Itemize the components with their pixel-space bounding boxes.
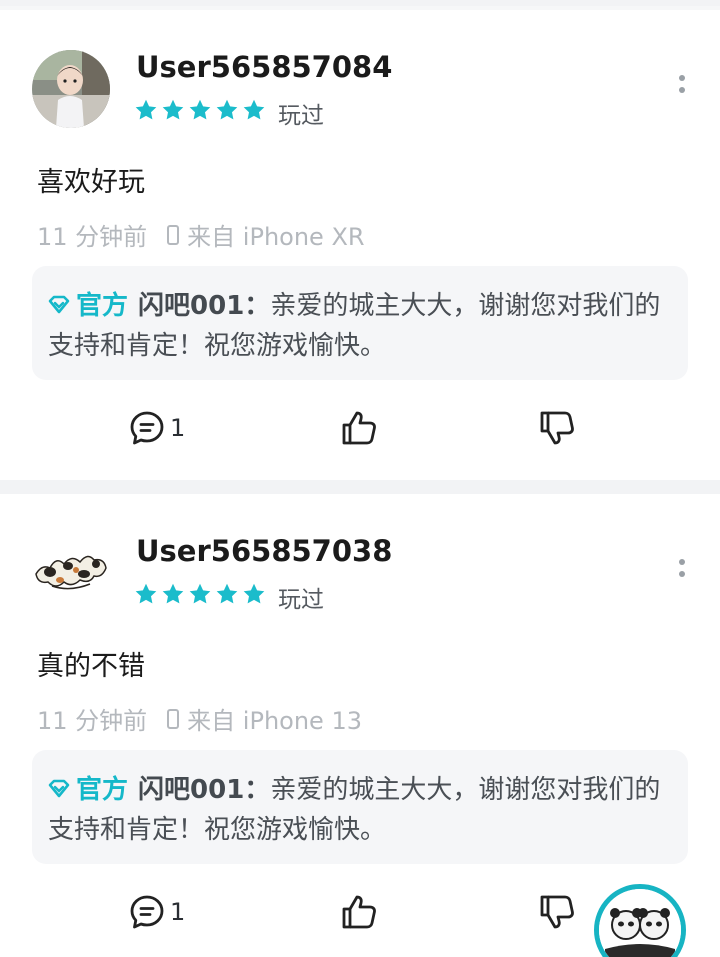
star-rating (134, 98, 269, 122)
played-status: 玩过 (278, 103, 324, 129)
thumbs-down-icon (540, 411, 574, 445)
review-meta: 11 分钟前 来自 iPhone 13 (37, 701, 362, 736)
top-divider (0, 0, 720, 10)
thumbs-up-icon (342, 895, 376, 929)
official-badge: 官方 (76, 775, 129, 805)
star-icon (216, 99, 238, 120)
phone-icon (167, 708, 180, 729)
avatar-photo (32, 50, 110, 128)
like-button[interactable] (340, 408, 378, 448)
star-icon (243, 583, 265, 604)
avatar[interactable] (32, 534, 110, 612)
diamond-badge-icon (48, 779, 70, 797)
review-actions: 1 (0, 408, 720, 448)
phone-icon (167, 224, 180, 245)
thumbs-down-icon (540, 895, 574, 929)
section-divider (0, 480, 720, 494)
comment-count: 1 (170, 414, 186, 442)
avatar[interactable] (32, 50, 110, 128)
thumbs-up-icon (342, 411, 376, 445)
review-card: User565857084 玩过 喜欢好玩 11 分钟前 来自 iPhone X… (0, 10, 720, 480)
reply-separator: ： (244, 775, 271, 805)
review-meta: 11 分钟前 来自 iPhone XR (37, 217, 365, 252)
comment-button[interactable]: 1 (128, 892, 185, 932)
review-time: 11 分钟前 (37, 707, 148, 735)
official-reply[interactable]: 官方 闪吧001：亲爱的城主大大，谢谢您对我们的支持和肯定！祝您游戏愉快。 (32, 266, 688, 380)
star-icon (162, 99, 184, 120)
star-icon (135, 583, 157, 604)
star-icon (162, 583, 184, 604)
comment-count: 1 (170, 898, 186, 926)
star-rating (134, 582, 269, 606)
star-icon (189, 583, 211, 604)
more-vertical-icon[interactable] (672, 64, 692, 104)
review-content: 喜欢好玩 (37, 167, 145, 198)
reply-author[interactable]: 闪吧001 (138, 291, 244, 321)
username[interactable]: User565857084 (136, 50, 392, 84)
username[interactable]: User565857038 (136, 534, 392, 568)
review-card: User565857038 玩过 真的不错 11 分钟前 来自 iPhone 1… (0, 494, 720, 957)
review-content: 真的不错 (37, 651, 145, 682)
star-icon (243, 99, 265, 120)
star-icon (189, 99, 211, 120)
review-device: 来自 iPhone 13 (187, 707, 362, 735)
star-icon (135, 99, 157, 120)
review-device: 来自 iPhone XR (187, 223, 365, 251)
played-status: 玩过 (278, 587, 324, 613)
diamond-badge-icon (48, 295, 70, 313)
review-time: 11 分钟前 (37, 223, 148, 251)
comment-button[interactable]: 1 (128, 408, 185, 448)
star-icon (216, 583, 238, 604)
like-button[interactable] (340, 892, 378, 932)
reply-separator: ： (244, 291, 271, 321)
dislike-button[interactable] (538, 892, 576, 932)
reviews-page: User565857084 玩过 喜欢好玩 11 分钟前 来自 iPhone X… (0, 0, 720, 957)
dislike-button[interactable] (538, 408, 576, 448)
comment-icon (130, 895, 164, 929)
reply-author[interactable]: 闪吧001 (138, 775, 244, 805)
more-vertical-icon[interactable] (672, 548, 692, 588)
panda-meme-icon (599, 889, 681, 957)
official-badge: 官方 (76, 291, 129, 321)
avatar-photo (32, 534, 110, 612)
comment-icon (130, 411, 164, 445)
official-reply[interactable]: 官方 闪吧001：亲爱的城主大大，谢谢您对我们的支持和肯定！祝您游戏愉快。 (32, 750, 688, 864)
